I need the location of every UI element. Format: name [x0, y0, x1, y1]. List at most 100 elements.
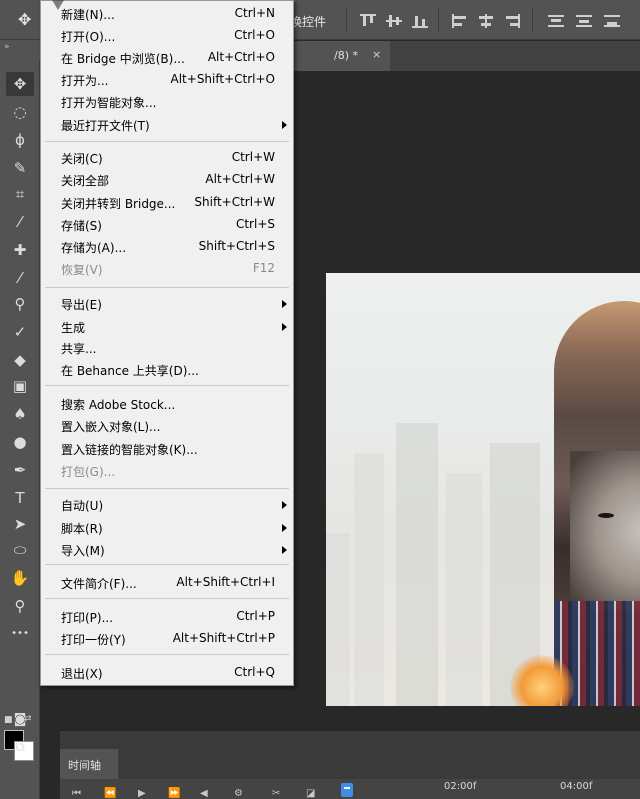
menu-separator	[45, 598, 289, 599]
file-menu-item[interactable]: 导出(E)	[41, 293, 293, 315]
menu-item-shortcut: Ctrl+Q	[234, 665, 275, 679]
file-menu-item[interactable]: 恢复(V) F12	[41, 258, 293, 280]
menu-item-label: 导入(M)	[61, 544, 105, 558]
file-menu-item[interactable]: 生成	[41, 316, 293, 338]
submenu-arrow-icon	[282, 546, 287, 554]
menu-separator	[45, 141, 289, 142]
file-menu-item[interactable]: 导入(M)	[41, 539, 293, 561]
menu-item-label: 打印(P)...	[61, 611, 114, 625]
file-menu-item[interactable]: 在 Behance 上共享(D)...	[41, 359, 293, 381]
audio-icon[interactable]: ◀	[200, 788, 208, 799]
move-tool-icon[interactable]: ✥	[6, 72, 34, 96]
menu-separator	[45, 488, 289, 489]
file-menu-item[interactable]: 置入链接的智能对象(K)...	[41, 438, 293, 460]
file-menu-item[interactable]: 打包(G)...	[41, 460, 293, 482]
file-menu-item[interactable]: 置入嵌入对象(L)...	[41, 415, 293, 437]
history-brush-tool-icon[interactable]: ✓	[6, 320, 34, 344]
align-top-edges-icon[interactable]	[360, 14, 376, 28]
file-menu-item[interactable]: 脚本(R)	[41, 517, 293, 539]
file-menu-item[interactable]: 新建(N)... Ctrl+N	[41, 3, 293, 25]
submenu-arrow-icon	[282, 121, 287, 129]
ellipse-tool-icon[interactable]: ⬭	[6, 538, 34, 562]
document-canvas-image[interactable]	[326, 273, 640, 706]
clone-stamp-tool-icon[interactable]: ⚲	[6, 292, 34, 316]
file-menu-item[interactable]: 文件简介(F)... Alt+Shift+Ctrl+I	[41, 572, 293, 594]
menu-item-shortcut: Shift+Ctrl+S	[198, 239, 275, 253]
distribute-vertical-centers-icon[interactable]	[576, 14, 592, 28]
brush-tool-icon[interactable]: ⁄	[6, 266, 34, 290]
gradient-tool-icon[interactable]: ▣	[6, 374, 34, 398]
screen-mode-icon[interactable]: ⧉	[6, 736, 34, 760]
align-vertical-centers-icon[interactable]	[386, 14, 402, 28]
align-right-edges-icon[interactable]	[504, 14, 520, 28]
file-menu-item[interactable]: 关闭并转到 Bridge... Shift+Ctrl+W	[41, 192, 293, 214]
align-horizontal-centers-icon[interactable]	[478, 14, 494, 28]
timeline-tab[interactable]: 时间轴	[60, 749, 118, 779]
align-bottom-edges-icon[interactable]	[412, 14, 428, 28]
align-left-edges-icon[interactable]	[452, 14, 468, 28]
quick-select-tool-icon[interactable]: ✎	[6, 156, 34, 180]
playhead-marker[interactable]	[341, 783, 353, 797]
split-scissors-icon[interactable]: ✂	[272, 788, 280, 799]
distribute-top-edges-icon[interactable]	[548, 14, 564, 28]
file-menu-item[interactable]: 关闭全部 Alt+Ctrl+W	[41, 169, 293, 191]
file-menu-item[interactable]: 关闭(C) Ctrl+W	[41, 147, 293, 169]
menu-item-label: 文件简介(F)...	[61, 577, 137, 591]
lasso-tool-icon[interactable]: ϕ	[6, 128, 34, 152]
menu-item-label: 在 Bridge 中浏览(B)...	[61, 52, 185, 66]
settings-gear-icon[interactable]: ⚙	[234, 788, 243, 799]
eyedropper-tool-icon[interactable]: ⁄	[6, 210, 34, 234]
play-icon[interactable]: ▶	[138, 788, 146, 799]
file-menu-item[interactable]: 打开为智能对象...	[41, 91, 293, 113]
menu-item-label: 关闭(C)	[61, 152, 103, 166]
distribute-bottom-edges-icon[interactable]	[604, 14, 620, 28]
time-mark: 02:00f	[444, 781, 477, 792]
file-menu-item[interactable]: 自动(U)	[41, 494, 293, 516]
go-to-first-frame-icon[interactable]: ⏮	[72, 788, 81, 799]
menu-item-label: 搜索 Adobe Stock...	[61, 398, 176, 412]
menu-item-shortcut: Shift+Ctrl+W	[194, 195, 275, 209]
document-tab-title: /8) *	[334, 49, 358, 62]
divider	[346, 8, 347, 32]
file-menu-item[interactable]: 打开为... Alt+Shift+Ctrl+O	[41, 69, 293, 91]
transform-controls-label[interactable]: 换控件	[290, 13, 326, 30]
hand-tool-icon[interactable]: ✋	[6, 566, 34, 590]
collapse-panel-icon[interactable]: »	[4, 42, 9, 52]
menu-item-label: 打开(O)...	[61, 30, 116, 44]
menu-item-label: 打包(G)...	[61, 465, 116, 479]
file-menu-item[interactable]: 在 Bridge 中浏览(B)... Alt+Ctrl+O	[41, 47, 293, 69]
crop-tool-icon[interactable]: ⌗	[6, 182, 34, 206]
menu-item-label: 在 Behance 上共享(D)...	[61, 364, 199, 378]
menu-item-label: 恢复(V)	[61, 263, 103, 277]
dodge-tool-icon[interactable]: ●	[6, 430, 34, 454]
blur-tool-icon[interactable]: ♠	[6, 402, 34, 426]
zoom-tool-icon[interactable]: ⚲	[6, 594, 34, 618]
close-icon[interactable]: ×	[372, 48, 381, 61]
submenu-arrow-icon	[282, 524, 287, 532]
file-menu-item[interactable]: 存储(S) Ctrl+S	[41, 214, 293, 236]
healing-brush-tool-icon[interactable]: ✚	[6, 238, 34, 262]
file-menu-item[interactable]: 打印(P)... Ctrl+P	[41, 606, 293, 628]
move-tool-icon[interactable]: ✥	[18, 12, 31, 28]
previous-frame-icon[interactable]: ⏪	[104, 788, 116, 799]
file-menu-item[interactable]: 存储为(A)... Shift+Ctrl+S	[41, 236, 293, 258]
path-select-tool-icon[interactable]: ➤	[6, 512, 34, 536]
file-menu-item[interactable]: 打印一份(Y) Alt+Shift+Ctrl+P	[41, 628, 293, 650]
quick-mask-icon[interactable]: ◙	[6, 708, 34, 732]
type-tool-icon[interactable]: T	[6, 486, 34, 510]
more-tools-icon[interactable]: •••	[6, 622, 34, 646]
file-menu-item[interactable]: 打开(O)... Ctrl+O	[41, 25, 293, 47]
marquee-tool-icon[interactable]: ◌	[6, 100, 34, 124]
next-frame-icon[interactable]: ⏩	[168, 788, 180, 799]
file-menu-item[interactable]: 最近打开文件(T)	[41, 114, 293, 136]
file-menu-item[interactable]: 共享...	[41, 337, 293, 359]
file-menu-item[interactable]: 搜索 Adobe Stock...	[41, 393, 293, 415]
transition-icon[interactable]: ◪	[306, 788, 315, 799]
double-exposure-portrait	[554, 301, 640, 706]
pen-tool-icon[interactable]: ✒	[6, 458, 34, 482]
menu-item-label: 打印一份(Y)	[61, 633, 126, 647]
document-tab[interactable]: /8) * ×	[294, 41, 390, 71]
menu-item-label: 脚本(R)	[61, 522, 103, 536]
file-menu-item[interactable]: 退出(X) Ctrl+Q	[41, 662, 293, 684]
eraser-tool-icon[interactable]: ◆	[6, 348, 34, 372]
